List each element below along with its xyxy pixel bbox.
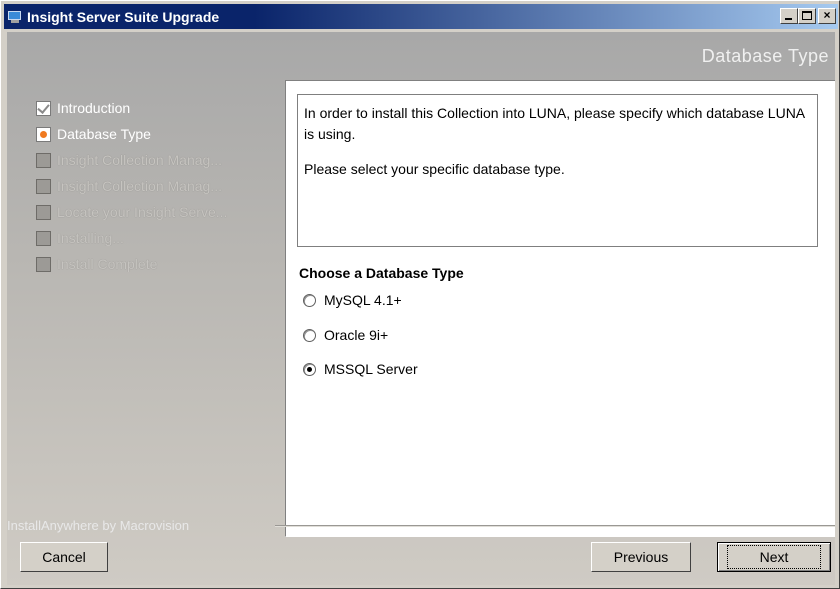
cancel-button[interactable]: Cancel	[20, 542, 108, 572]
step-label: Installing...	[57, 230, 124, 246]
next-button-label: Next	[726, 545, 822, 569]
footer-divider	[275, 525, 835, 527]
step-list: Introduction Database Type Insight Colle…	[36, 95, 276, 277]
pending-step-icon	[36, 178, 51, 194]
next-button[interactable]: Next	[717, 542, 831, 572]
maximize-icon[interactable]	[798, 8, 816, 24]
step-insight-collection-manager-2: Insight Collection Manag...	[36, 173, 276, 199]
installer-window: Insight Server Suite Upgrade × Database …	[0, 0, 840, 589]
installer-panel: Database Type Introduction Database Type…	[7, 32, 835, 585]
step-label: Install Complete	[57, 256, 158, 272]
radio-button-selected[interactable]	[303, 362, 316, 376]
instructions-box: In order to install this Collection into…	[297, 94, 818, 247]
window-controls: ×	[780, 8, 836, 24]
pending-step-icon	[36, 204, 51, 220]
step-label: Insight Collection Manag...	[57, 178, 222, 194]
radio-option-oracle[interactable]: Oracle 9i+	[303, 327, 388, 343]
title-bar[interactable]: Insight Server Suite Upgrade ×	[4, 4, 838, 29]
step-install-complete: Install Complete	[36, 251, 276, 277]
radio-button[interactable]	[303, 293, 316, 307]
step-insight-collection-manager-1: Insight Collection Manag...	[36, 147, 276, 173]
step-introduction: Introduction	[36, 95, 276, 121]
close-icon[interactable]: ×	[818, 8, 836, 24]
pending-step-icon	[36, 256, 51, 272]
instructions-text: In order to install this Collection into…	[304, 105, 805, 142]
step-label: Introduction	[57, 100, 131, 116]
step-locate-insight-server: Locate your Insight Serve...	[36, 199, 276, 225]
radio-label: MySQL 4.1+	[324, 292, 402, 308]
instructions-subtext: Please select your specific database typ…	[304, 161, 565, 177]
installer-icon	[7, 9, 23, 25]
step-label: Database Type	[57, 126, 151, 142]
database-type-heading: Choose a Database Type	[299, 265, 464, 281]
vendor-branding: InstallAnywhere by Macrovision	[7, 518, 190, 533]
minimize-icon[interactable]	[780, 8, 798, 24]
radio-label: Oracle 9i+	[324, 327, 389, 343]
radio-label: MSSQL Server	[324, 361, 418, 377]
step-installing: Installing...	[36, 225, 276, 251]
previous-button[interactable]: Previous	[591, 542, 691, 572]
content-pane: In order to install this Collection into…	[285, 80, 835, 537]
current-step-dot-icon	[36, 126, 51, 142]
radio-button[interactable]	[303, 328, 316, 342]
page-title: Database Type	[701, 46, 829, 66]
radio-option-mssql[interactable]: MSSQL Server	[303, 361, 418, 377]
step-database-type: Database Type	[36, 121, 276, 147]
pending-step-icon	[36, 230, 51, 246]
checkmark-icon	[36, 100, 51, 116]
radio-option-mysql[interactable]: MySQL 4.1+	[303, 292, 402, 308]
step-label: Insight Collection Manag...	[57, 152, 222, 168]
step-label: Locate your Insight Serve...	[57, 204, 228, 220]
window-title: Insight Server Suite Upgrade	[27, 8, 220, 25]
pending-step-icon	[36, 152, 51, 168]
